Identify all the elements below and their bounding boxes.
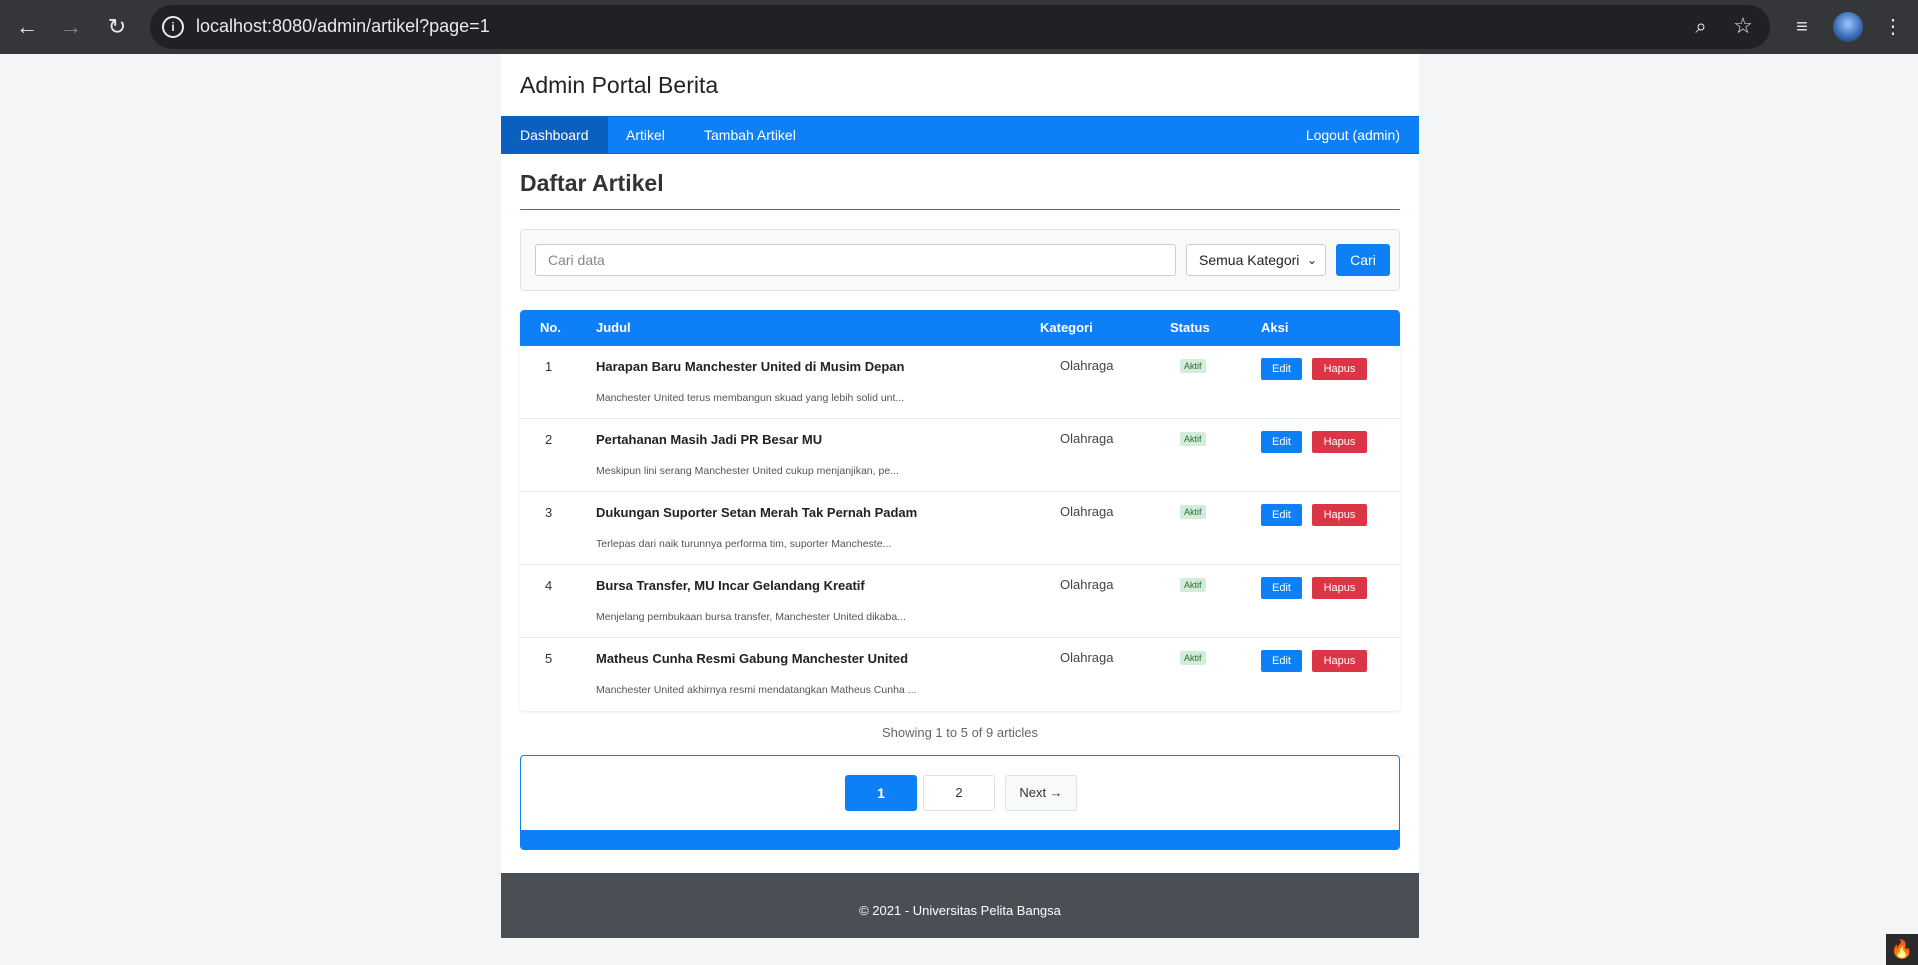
pagination-bottom-bar (521, 830, 1399, 849)
header-status: Status (1170, 320, 1210, 335)
footer-text: © 2021 - Universitas Pelita Bangsa (859, 903, 1061, 918)
pagination: 1 2 Next → (520, 755, 1400, 850)
zoom-icon[interactable]: ⌕ (1688, 14, 1714, 40)
header-kategori: Kategori (1040, 320, 1093, 335)
flame-icon[interactable]: 🔥 (1886, 934, 1918, 965)
article-category: Olahraga (1060, 358, 1114, 373)
site-footer: © 2021 - Universitas Pelita Bangsa (501, 873, 1419, 938)
logout-link[interactable]: Logout (admin) (1287, 117, 1419, 153)
status-badge: Aktif (1180, 505, 1206, 519)
page-container: Admin Portal Berita Dashboard Artikel Ta… (501, 54, 1419, 938)
article-excerpt: Manchester United akhirnya resmi mendata… (596, 684, 917, 696)
page-1-button[interactable]: 1 (845, 775, 917, 811)
search-input[interactable] (535, 244, 1176, 276)
status-badge: Aktif (1180, 432, 1206, 446)
status-badge: Aktif (1180, 651, 1206, 665)
row-number: 4 (545, 578, 553, 593)
main-content: Daftar Artikel Semua Kategori ⌄ Cari No.… (501, 154, 1419, 850)
article-category: Olahraga (1060, 431, 1114, 446)
delete-button[interactable]: Hapus (1312, 358, 1367, 380)
row-number: 1 (545, 359, 553, 374)
category-select[interactable]: Semua Kategori ⌄ (1186, 244, 1326, 276)
address-bar[interactable]: i localhost:8080/admin/artikel?page=1 ⌕ … (150, 5, 1770, 49)
delete-button[interactable]: Hapus (1312, 431, 1367, 453)
bookmark-star-icon[interactable]: ☆ (1730, 13, 1756, 39)
delete-button[interactable]: Hapus (1312, 504, 1367, 526)
article-title: Dukungan Suporter Setan Merah Tak Pernah… (596, 505, 918, 520)
site-header: Admin Portal Berita (501, 54, 1419, 116)
browser-menu-icon[interactable]: ⋮ (1878, 12, 1908, 42)
status-badge: Aktif (1180, 578, 1206, 592)
nav-dashboard[interactable]: Dashboard (501, 117, 608, 153)
nav-artikel[interactable]: Artikel (607, 117, 684, 153)
table-row: 1 Harapan Baru Manchester United di Musi… (520, 346, 1400, 419)
page-title: Daftar Artikel (520, 154, 1400, 210)
page-2-button[interactable]: 2 (923, 775, 995, 811)
header-no: No. (540, 320, 561, 335)
header-aksi: Aksi (1261, 320, 1289, 335)
row-number: 2 (545, 432, 553, 447)
browser-toolbar: ← → ↻ i localhost:8080/admin/artikel?pag… (0, 0, 1918, 54)
article-excerpt: Manchester United terus membangun skuad … (596, 392, 905, 404)
search-button[interactable]: Cari (1336, 244, 1390, 276)
back-icon[interactable]: ← (12, 12, 42, 42)
article-title: Pertahanan Masih Jadi PR Besar MU (596, 432, 823, 447)
header-judul: Judul (596, 320, 631, 335)
site-info-icon[interactable]: i (162, 16, 184, 38)
row-number: 5 (545, 651, 553, 666)
profile-avatar[interactable] (1833, 12, 1863, 42)
articles-table: No. Judul Kategori Status Aksi 1 Harapan… (520, 310, 1400, 711)
site-title: Admin Portal Berita (520, 72, 719, 98)
edit-button[interactable]: Edit (1261, 504, 1302, 526)
article-category: Olahraga (1060, 650, 1114, 665)
reload-icon[interactable]: ↻ (102, 12, 132, 42)
article-excerpt: Menjelang pembukaan bursa transfer, Manc… (596, 611, 906, 623)
chevron-down-icon: ⌄ (1306, 253, 1317, 267)
article-excerpt: Terlepas dari naik turunnya performa tim… (596, 538, 892, 550)
edit-button[interactable]: Edit (1261, 650, 1302, 672)
table-header: No. Judul Kategori Status Aksi (520, 310, 1400, 346)
url-text[interactable]: localhost:8080/admin/artikel?page=1 (196, 16, 490, 37)
article-category: Olahraga (1060, 577, 1114, 592)
category-select-value: Semua Kategori (1199, 252, 1300, 268)
next-page-button[interactable]: Next → (1005, 775, 1077, 811)
status-badge: Aktif (1180, 359, 1206, 373)
table-row: 3 Dukungan Suporter Setan Merah Tak Pern… (520, 492, 1400, 565)
edit-button[interactable]: Edit (1261, 431, 1302, 453)
main-navbar: Dashboard Artikel Tambah Artikel Logout … (501, 116, 1419, 154)
table-row: 2 Pertahanan Masih Jadi PR Besar MU Mesk… (520, 419, 1400, 492)
table-row: 4 Bursa Transfer, MU Incar Gelandang Kre… (520, 565, 1400, 638)
article-title: Bursa Transfer, MU Incar Gelandang Kreat… (596, 578, 865, 593)
forward-icon[interactable]: → (56, 12, 86, 42)
pagination-summary: Showing 1 to 5 of 9 articles (881, 725, 1039, 740)
edit-button[interactable]: Edit (1261, 577, 1302, 599)
row-number: 3 (545, 505, 553, 520)
table-row: 5 Matheus Cunha Resmi Gabung Manchester … (520, 638, 1400, 711)
edit-button[interactable]: Edit (1261, 358, 1302, 380)
nav-tambah-artikel[interactable]: Tambah Artikel (685, 117, 815, 153)
article-title: Harapan Baru Manchester United di Musim … (596, 359, 905, 374)
article-excerpt: Meskipun lini serang Manchester United c… (596, 465, 899, 477)
article-title: Matheus Cunha Resmi Gabung Manchester Un… (596, 651, 909, 666)
article-category: Olahraga (1060, 504, 1114, 519)
media-control-icon[interactable]: ≡ (1787, 12, 1817, 42)
search-form: Semua Kategori ⌄ Cari (520, 229, 1400, 291)
delete-button[interactable]: Hapus (1312, 577, 1367, 599)
delete-button[interactable]: Hapus (1312, 650, 1367, 672)
